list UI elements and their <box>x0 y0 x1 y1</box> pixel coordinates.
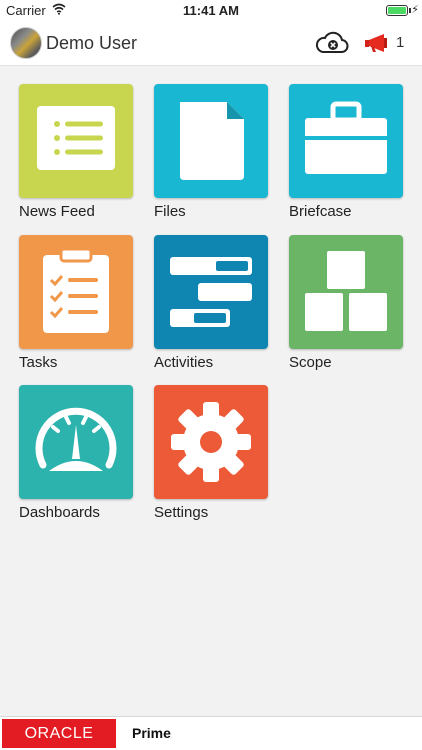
status-bar: Carrier 11:41 AM ⚡ <box>0 0 422 22</box>
tile-label: Dashboards <box>19 504 100 521</box>
tile-icon-box <box>154 385 268 499</box>
product-name: Prime <box>132 725 171 741</box>
app-header: Demo User 1 <box>0 22 422 66</box>
tile-label: Activities <box>154 354 214 371</box>
tile-icon-box <box>289 235 403 349</box>
tile-label: Files <box>154 203 186 220</box>
oracle-logo: ORACLE <box>2 719 116 748</box>
cloud-sync-error-icon[interactable] <box>314 29 350 57</box>
tile-label: Settings <box>154 504 209 521</box>
battery-icon <box>386 5 408 16</box>
tile-icon-box <box>154 235 268 349</box>
tile-icon-box <box>19 235 133 349</box>
tile-icon-box <box>19 84 133 198</box>
charging-icon: ⚡ <box>411 4 419 16</box>
tile-activities[interactable]: Activities <box>154 235 268 371</box>
megaphone-icon[interactable] <box>364 33 390 53</box>
file-icon <box>180 102 244 180</box>
tile-icon-box <box>19 385 133 499</box>
user-name: Demo User <box>46 33 138 53</box>
tile-label: Briefcase <box>289 203 352 220</box>
clock: 11:41 AM <box>183 3 239 18</box>
tile-label: Tasks <box>19 354 58 371</box>
tile-label: News Feed <box>19 203 95 220</box>
tile-settings[interactable]: Settings <box>154 385 268 521</box>
tile-files[interactable]: Files <box>154 84 268 220</box>
tile-label: Scope <box>289 354 332 371</box>
footer-bar: ORACLE Prime <box>0 716 422 750</box>
gantt-bars-icon <box>170 257 252 327</box>
gear-icon <box>171 402 251 482</box>
clipboard-checklist-icon <box>43 247 109 333</box>
tile-tasks[interactable]: Tasks <box>19 235 133 371</box>
avatar[interactable] <box>10 27 42 59</box>
tile-icon-box <box>289 84 403 198</box>
tile-news-feed[interactable]: News Feed <box>19 84 133 220</box>
tile-dashboards[interactable]: Dashboards <box>19 385 133 521</box>
notification-count: 1 <box>396 34 405 51</box>
tile-scope[interactable]: Scope <box>289 235 403 371</box>
stacked-blocks-icon <box>305 251 387 331</box>
briefcase-icon <box>305 101 387 174</box>
tile-briefcase[interactable]: Briefcase <box>289 84 403 220</box>
tile-icon-box <box>154 84 268 198</box>
news-feed-icon <box>37 106 115 170</box>
gauge-icon <box>35 407 117 471</box>
